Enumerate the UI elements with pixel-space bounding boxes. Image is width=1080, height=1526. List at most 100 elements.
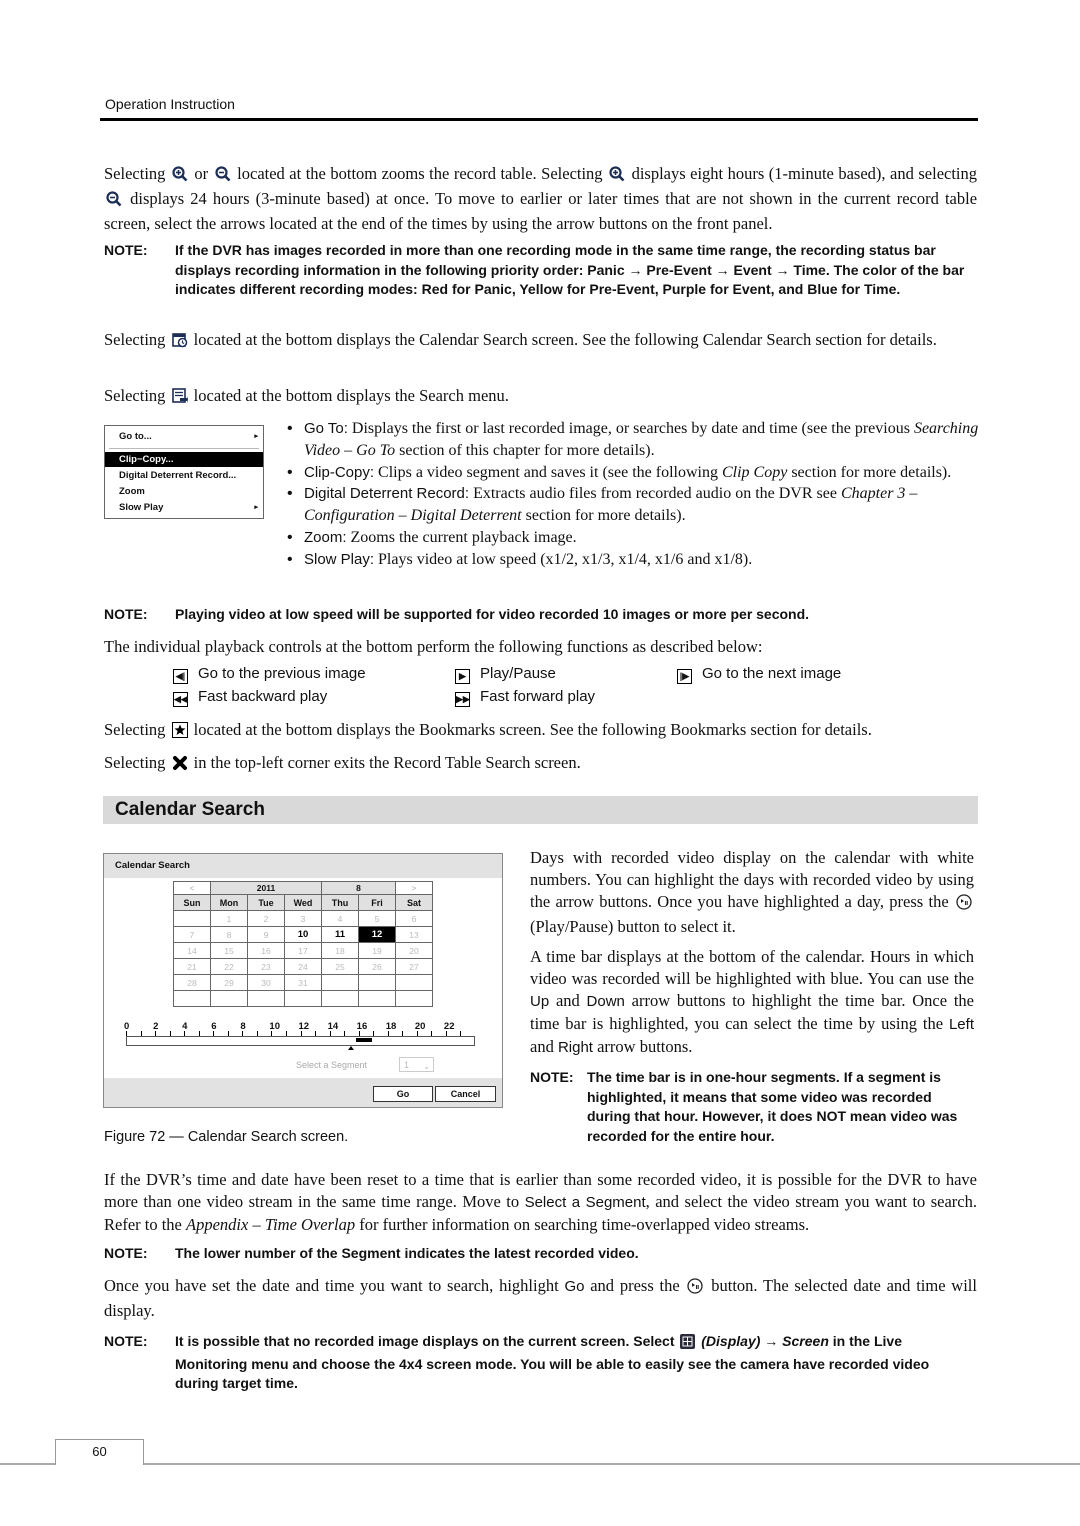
calendar-week-row: 14 15 16 17 18 19 20	[173, 942, 433, 959]
calendar-day[interactable]: 24	[284, 958, 322, 975]
timeline-bar[interactable]	[126, 1036, 475, 1046]
calendar-day[interactable]: 22	[210, 958, 248, 975]
month-field[interactable]: 8	[321, 881, 396, 895]
display-grid-icon	[680, 1334, 696, 1355]
calendar-empty-cell	[395, 990, 433, 1007]
calendar-day[interactable]: 17	[284, 942, 322, 959]
control-fast-backward: ◀◀ Fast backward play	[173, 688, 328, 707]
calendar-week-row: 7 8 9 10 11 12 13	[173, 926, 433, 943]
calendar-day[interactable]: 11	[321, 926, 359, 943]
prev-month-button[interactable]: <	[173, 881, 211, 895]
segment-select[interactable]: 1 ⌄	[399, 1057, 434, 1072]
calendar-day[interactable]: 3	[284, 910, 322, 927]
menu-item-go-to[interactable]: Go to... ▸	[105, 429, 263, 444]
control-fast-forward: ▶▶ Fast forward play	[455, 688, 596, 707]
calendar-day[interactable]: 2	[247, 910, 285, 927]
menu-item-clip-copy[interactable]: Clip−Copy...	[105, 452, 263, 467]
cancel-button[interactable]: Cancel	[435, 1086, 496, 1102]
bullet-digital-deterrent: Digital Deterrent Record: Extracts audio…	[287, 483, 979, 527]
calendar-empty-cell	[395, 974, 433, 991]
calendar-empty-cell	[173, 910, 211, 927]
calendar-day[interactable]: 4	[321, 910, 359, 927]
calendar-day[interactable]: 9	[247, 926, 285, 943]
zoom-out-icon	[106, 191, 122, 213]
calendar-day[interactable]: 5	[358, 910, 396, 927]
calendar-search-dialog: Calendar Search < 2011 8 > Sun Mon Tue Wed T…	[103, 853, 503, 1108]
calendar-day[interactable]: 23	[247, 958, 285, 975]
timeline-recorded-segment[interactable]	[355, 1038, 373, 1042]
page-number: 60	[55, 1439, 144, 1465]
calendar-day[interactable]: 19	[358, 942, 396, 959]
bullet-slow-play: Slow Play: Plays video at low speed (x1/…	[287, 549, 979, 571]
calendar-day[interactable]: 8	[210, 926, 248, 943]
calendar-empty-cell	[321, 974, 359, 991]
calendar-day[interactable]: 16	[247, 942, 285, 959]
section-title: Calendar Search	[115, 799, 265, 820]
control-play-pause: ▶ Play/Pause	[455, 665, 556, 684]
year-field[interactable]: 2011	[210, 881, 322, 895]
calendar-day[interactable]: 15	[210, 942, 248, 959]
search-menu-icon	[171, 388, 188, 410]
submenu-arrow-icon: ▸	[254, 433, 258, 440]
submenu-arrow-icon: ▸	[254, 504, 258, 511]
footer-rule	[0, 1463, 1080, 1465]
calendar-day[interactable]: 31	[284, 974, 322, 991]
next-month-button[interactable]: >	[395, 881, 433, 895]
calendar-day[interactable]: 30	[247, 974, 285, 991]
calendar-search-icon	[171, 332, 188, 354]
calendar-day[interactable]: 10	[284, 926, 322, 943]
timebar-description: A time bar displays at the bottom of the…	[530, 947, 974, 1056]
calendar-day[interactable]: 29	[210, 974, 248, 991]
running-header: Operation Instruction	[105, 96, 235, 112]
select-segment-label: Select a Segment	[296, 1060, 368, 1070]
bullet-go-to: Go To: Displays the first or last record…	[287, 418, 979, 462]
go-button[interactable]: Go	[373, 1086, 433, 1102]
zoom-out-icon	[215, 166, 231, 188]
weekday-header: Sat	[395, 894, 433, 911]
calendar-day[interactable]: 21	[173, 958, 211, 975]
calendar-empty-cell	[210, 990, 248, 1007]
calendar-day[interactable]: 6	[395, 910, 433, 927]
calendar-empty-cell	[358, 990, 396, 1007]
note-label: NOTE:	[104, 242, 148, 258]
calendar-day[interactable]: 25	[321, 958, 359, 975]
go-paragraph: Once you have set the date and time you …	[104, 1276, 977, 1320]
bookmark-star-icon	[171, 722, 188, 744]
weekday-header: Sun	[173, 894, 211, 911]
calendar-day[interactable]: 27	[395, 958, 433, 975]
calendar-week-row: 123456	[173, 910, 433, 927]
control-next-image: |▶ Go to the next image	[677, 665, 841, 684]
calendar-empty-cell	[358, 974, 396, 991]
weekday-header: Fri	[358, 894, 396, 911]
calendar-description: Days with recorded video display on the …	[530, 848, 974, 936]
calendar-empty-cell	[247, 990, 285, 1007]
calendar-empty-cell	[321, 990, 359, 1007]
bullet-clip-copy: Clip-Copy: Clips a video segment and sav…	[287, 462, 979, 484]
calendar-day[interactable]: 18	[321, 942, 359, 959]
note-time-bar: NOTE: The time bar is in one-hour segmen…	[530, 1069, 958, 1144]
zoom-in-icon	[172, 166, 188, 188]
exit-paragraph: Selecting in the top-left corner exits t…	[104, 752, 977, 777]
menu-item-zoom[interactable]: Zoom	[105, 484, 263, 499]
menu-item-slow-play[interactable]: Slow Play ▸	[105, 500, 263, 515]
calendar-day[interactable]: 26	[358, 958, 396, 975]
zoom-in-icon	[609, 166, 625, 188]
calendar-day[interactable]: 12	[358, 926, 396, 943]
calendar-day[interactable]: 28	[173, 974, 211, 991]
calendar-empty-cell	[284, 990, 322, 1007]
calendar-day[interactable]: 14	[173, 942, 211, 959]
calendar-day[interactable]: 7	[173, 926, 211, 943]
fast-forward-icon: ▶▶	[455, 692, 470, 707]
menu-item-digital-deterrent-record[interactable]: Digital Deterrent Record...	[105, 468, 263, 483]
calendar-week-row	[173, 990, 433, 1007]
timeline-cursor[interactable]	[348, 1046, 355, 1050]
calendar-day[interactable]: 1	[210, 910, 248, 927]
calendar-day[interactable]: 20	[395, 942, 433, 959]
menu-separator	[109, 448, 259, 449]
calendar-grid: < 2011 8 > Sun Mon Tue Wed Thu Fri Sat 1234567…	[173, 881, 433, 1007]
calendar-day[interactable]: 13	[395, 926, 433, 943]
play-pause-button-icon	[687, 1278, 704, 1300]
play-pause-button-icon	[956, 894, 972, 916]
weekday-header: Mon	[210, 894, 248, 911]
figure-caption: Figure 72 — Calendar Search screen.	[104, 1129, 349, 1145]
